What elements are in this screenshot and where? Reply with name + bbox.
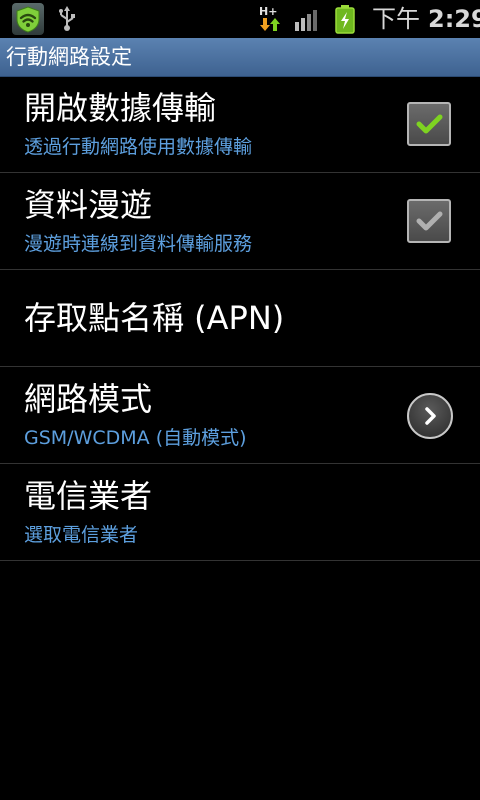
usb-icon	[56, 6, 78, 32]
preference-list: 開啟數據傳輸 透過行動網路使用數據傳輸 資料漫遊 漫遊時連線到資料傳輸服務 存取…	[0, 76, 480, 561]
clock-time: 2:29	[428, 5, 480, 33]
pref-title: 電信業者	[24, 477, 153, 515]
pref-operators[interactable]: 電信業者 選取電信業者	[0, 464, 480, 561]
check-icon	[416, 114, 443, 134]
clock-ampm: 下午	[372, 5, 420, 33]
network-type-label: H+	[259, 5, 277, 18]
network-mode-button[interactable]	[407, 393, 453, 439]
pref-title: 存取點名稱 (APN)	[24, 299, 285, 337]
chevron-right-icon	[425, 407, 436, 425]
pref-title: 開啟數據傳輸	[24, 89, 217, 127]
data-enabled-checkbox[interactable]	[407, 102, 451, 146]
status-bar: H+ 下午 2:29	[0, 0, 480, 38]
phone-screen: H+ 下午 2:29 行動網路設定 開啟數據傳輸 透過行動網路使用數據傳輸 資料…	[0, 0, 480, 800]
pref-summary: 透過行動網路使用數據傳輸	[24, 136, 253, 158]
pref-title: 資料漫遊	[24, 186, 153, 224]
title-bar: 行動網路設定	[0, 38, 480, 77]
pref-summary: 選取電信業者	[24, 524, 139, 546]
pref-network-mode[interactable]: 網路模式 GSM/WCDMA (自動模式)	[0, 367, 480, 464]
network-type-icon: H+	[258, 4, 282, 34]
check-icon	[416, 211, 443, 231]
pref-title: 網路模式	[24, 380, 153, 418]
pref-data-roaming[interactable]: 資料漫遊 漫遊時連線到資料傳輸服務	[0, 173, 480, 270]
status-clock: 下午 2:29	[372, 4, 480, 34]
pref-summary: GSM/WCDMA (自動模式)	[24, 427, 247, 449]
shield-wifi-icon[interactable]	[12, 3, 44, 35]
signal-bars-icon	[294, 8, 320, 32]
data-roaming-checkbox[interactable]	[407, 199, 451, 243]
page-title: 行動網路設定	[6, 45, 132, 69]
battery-charging-icon	[334, 4, 356, 34]
pref-apn[interactable]: 存取點名稱 (APN)	[0, 270, 480, 367]
pref-data-enabled[interactable]: 開啟數據傳輸 透過行動網路使用數據傳輸	[0, 76, 480, 173]
pref-summary: 漫遊時連線到資料傳輸服務	[24, 233, 253, 255]
